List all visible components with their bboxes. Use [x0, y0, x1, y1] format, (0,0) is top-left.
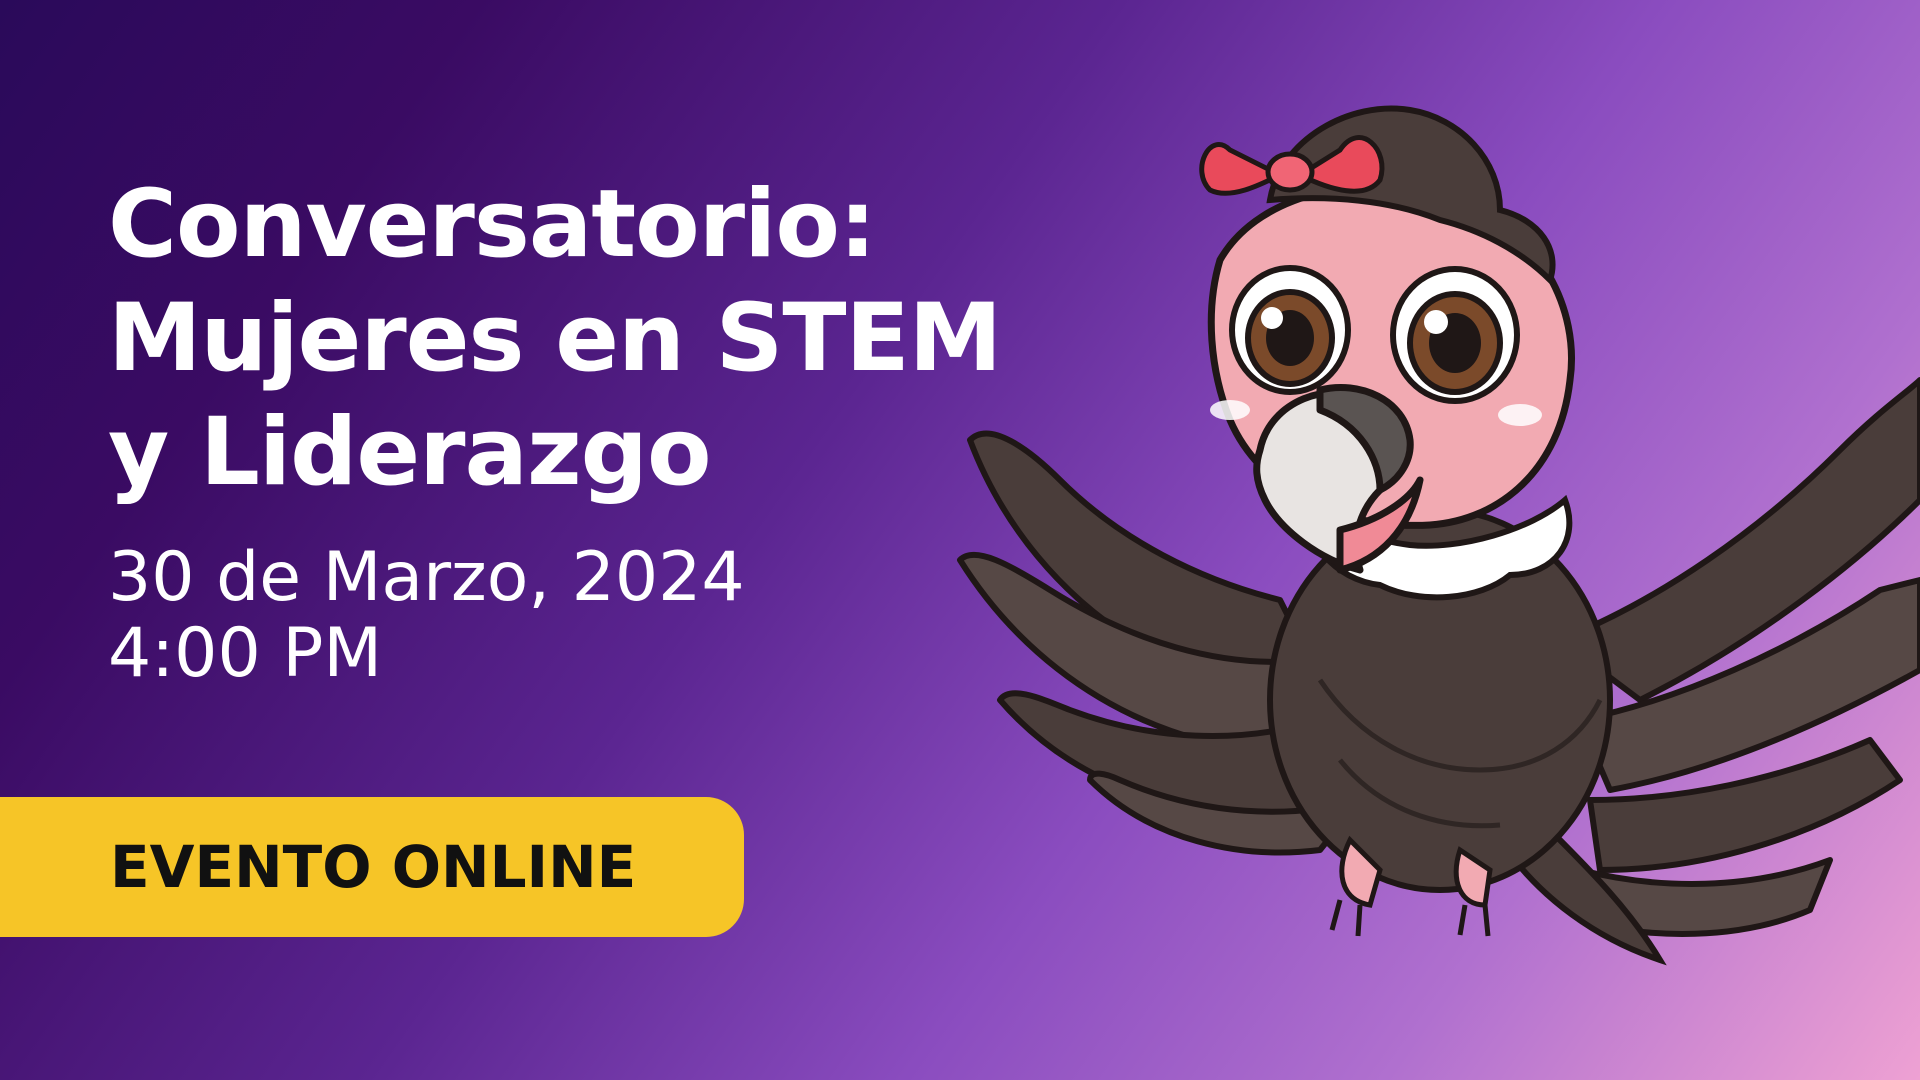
event-date: 30 de Marzo, 2024	[108, 538, 745, 617]
head	[1199, 105, 1575, 574]
online-event-badge: EVENTO ONLINE	[0, 797, 744, 937]
badge-label: EVENTO ONLINE	[110, 833, 637, 901]
title-line-1: Conversatorio:	[108, 170, 877, 279]
event-banner: Conversatorio: Mujeres en STEM y Lideraz…	[0, 0, 1920, 1080]
event-datetime: 30 de Marzo, 2024 4:00 PM	[108, 540, 745, 692]
bow	[1199, 135, 1385, 196]
event-title: Conversatorio: Mujeres en STEM y Lideraz…	[108, 168, 1002, 510]
condor-icon	[957, 105, 1920, 966]
event-time: 4:00 PM	[108, 614, 382, 693]
right-wing	[1557, 377, 1920, 937]
title-line-3: y Liderazgo	[108, 398, 712, 507]
title-line-2: Mujeres en STEM	[108, 284, 1002, 393]
